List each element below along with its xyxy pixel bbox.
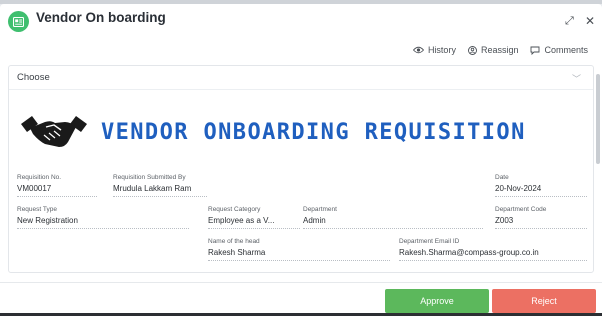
vendor-onboarding-dialog: Vendor On boarding ⤢ ✕ History Reassign …: [0, 4, 602, 316]
field-value: Rakesh.Sharma@compass-group.co.in: [399, 248, 587, 261]
chevron-down-icon: ﹀: [571, 74, 581, 84]
field-value: Rakesh Sharma: [208, 248, 390, 261]
field-label: Department: [303, 206, 337, 213]
comments-label: Comments: [544, 45, 588, 55]
field-label: Department Code: [495, 206, 547, 213]
reassign-label: Reassign: [480, 45, 519, 55]
history-button[interactable]: History: [412, 45, 456, 55]
date-field: Date 20-Nov-2024: [495, 174, 587, 197]
department-code-field: Department Code Z003: [495, 206, 587, 229]
field-value: Admin: [303, 216, 483, 229]
scrollbar[interactable]: [596, 74, 600, 164]
field-value: Z003: [495, 216, 587, 229]
comments-button[interactable]: Comments: [530, 45, 588, 55]
action-bar: History Reassign Comments: [412, 45, 588, 55]
department-email-field: Department Email ID Rakesh.Sharma@compas…: [399, 238, 587, 261]
requisition-card: Choose ﹀ VENDOR ONBOARDING REQUISITION R…: [8, 65, 594, 273]
banner-title: VENDOR ONBOARDING REQUISITION: [101, 120, 526, 145]
footer-divider: [0, 282, 602, 283]
field-label: Request Category: [208, 206, 261, 213]
field-value: 20-Nov-2024: [495, 184, 587, 197]
chat-icon: [531, 46, 540, 55]
field-label: Name of the head: [208, 238, 260, 245]
field-value: New Registration: [17, 216, 189, 229]
field-value: Mrudula Lakkam Ram: [113, 184, 207, 197]
approve-button[interactable]: Approve: [385, 289, 489, 313]
handshake-icon: [21, 116, 87, 147]
title-bar: Vendor On boarding ⤢ ✕: [0, 4, 602, 36]
reassign-button[interactable]: Reassign: [468, 45, 519, 55]
requisition-no-field: Requisition No. VM00017: [17, 174, 97, 197]
field-label: Requisition Submitted By: [113, 174, 186, 181]
history-label: History: [427, 45, 456, 55]
choose-dropdown[interactable]: Choose ﹀: [9, 66, 593, 90]
eye-icon: [412, 46, 424, 54]
request-type-field: Request Type New Registration: [17, 206, 189, 229]
department-field: Department Admin: [303, 206, 483, 229]
request-category-field: Request Category Employee as a V...: [208, 206, 300, 229]
field-label: Requisition No.: [17, 174, 62, 181]
expand-icon[interactable]: ⤢: [565, 16, 574, 27]
field-label: Request Type: [17, 206, 57, 213]
dialog-title: Vendor On boarding: [36, 10, 166, 25]
submitted-by-field: Requisition Submitted By Mrudula Lakkam …: [113, 174, 207, 197]
app-icon: [8, 11, 29, 32]
field-value: Employee as a V...: [208, 216, 300, 229]
field-label: Date: [495, 174, 509, 181]
reject-button[interactable]: Reject: [492, 289, 596, 313]
head-name-field: Name of the head Rakesh Sharma: [208, 238, 390, 261]
choose-label: Choose: [17, 72, 50, 83]
close-icon[interactable]: ✕: [585, 15, 595, 27]
field-value: VM00017: [17, 184, 97, 197]
field-label: Department Email ID: [399, 238, 460, 245]
user-circle-icon: [468, 45, 477, 55]
requisition-banner: VENDOR ONBOARDING REQUISITION: [15, 112, 524, 154]
